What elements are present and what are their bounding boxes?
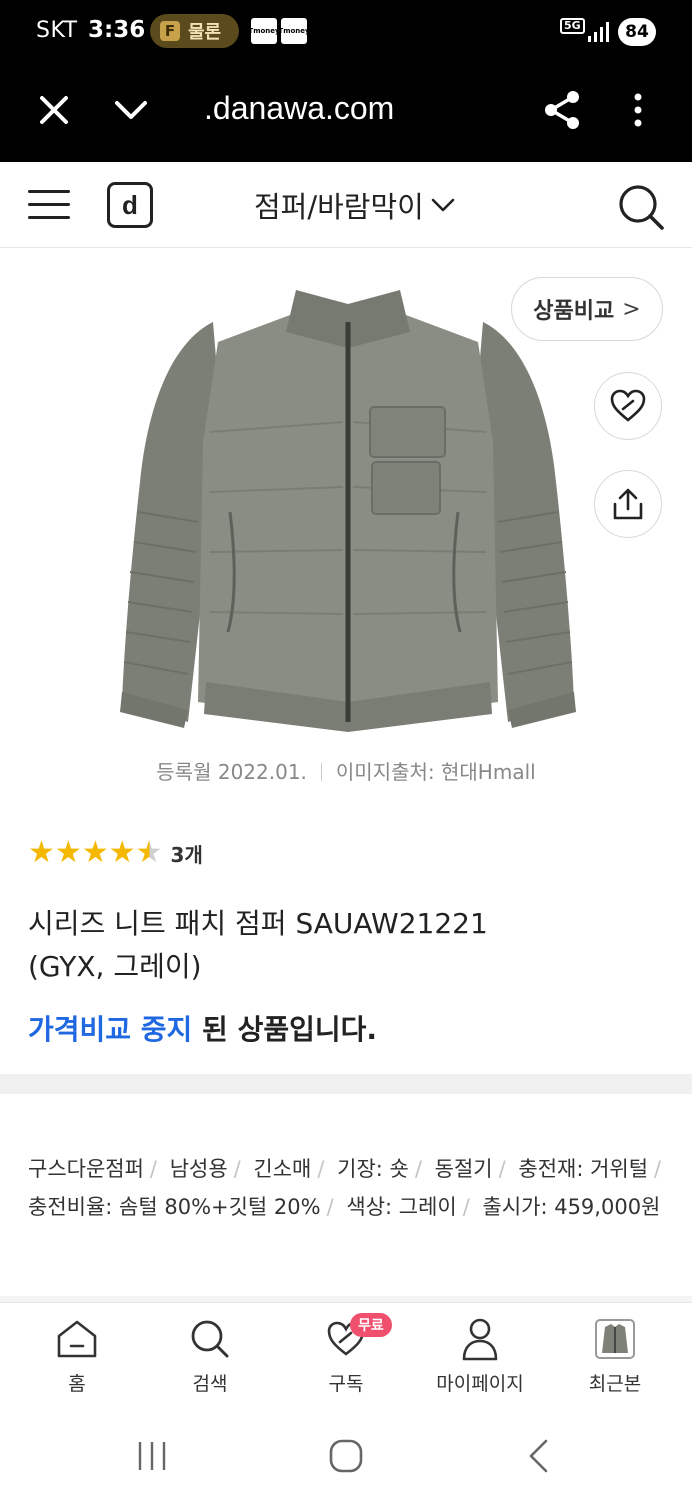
nav-subscribe-label: 구독	[328, 1373, 364, 1395]
product-meta: 등록월 2022.01. 이미지출처: 현대Hmall	[0, 756, 692, 785]
share-icon[interactable]	[540, 88, 584, 132]
spec-item: 남성용	[169, 1157, 228, 1181]
back-icon[interactable]	[526, 1438, 552, 1474]
home-button-icon[interactable]	[328, 1438, 364, 1474]
carrier-label: SKT	[36, 18, 78, 43]
clock: 3:36	[88, 17, 146, 43]
price-compare-notice: 가격비교 중지 된 상품입니다.	[28, 1008, 377, 1048]
star-icon: ★	[54, 835, 82, 870]
chevron-down-icon	[431, 198, 455, 212]
registration-date: 등록월 2022.01.	[156, 760, 307, 784]
spec-item: 충전재: 거위털	[518, 1157, 649, 1181]
product-title: 시리즈 니트 패치 점퍼 SAUAW21221 (GYX, 그레이)	[28, 902, 648, 988]
image-source: 이미지출처: 현대Hmall	[335, 760, 536, 784]
chevron-down-icon[interactable]	[110, 90, 152, 130]
recent-apps-icon[interactable]	[136, 1440, 168, 1472]
network-5g-icon: 5G	[560, 18, 585, 34]
product-title-line1: 시리즈 니트 패치 점퍼 SAUAW21221	[28, 907, 488, 940]
app-f-icon: F	[160, 21, 180, 41]
url-text[interactable]: ​.danawa.com	[204, 90, 394, 127]
user-icon	[462, 1318, 498, 1361]
nav-mypage[interactable]: 마이페이지	[420, 1315, 540, 1396]
review-count: 3개	[170, 842, 203, 867]
menu-icon[interactable]	[28, 190, 70, 220]
half-star-icon: ★	[135, 835, 163, 870]
category-label: 점퍼/바람막이	[254, 190, 424, 224]
chevron-right-icon: >	[622, 296, 641, 322]
nav-home-label: 홈	[68, 1373, 86, 1395]
share-button[interactable]	[594, 470, 662, 538]
home-icon	[57, 1320, 97, 1358]
browser-url-bar: ​.danawa.com	[0, 64, 692, 162]
notification-pill: F 물론	[150, 14, 239, 48]
system-navigation-bar	[0, 1410, 692, 1500]
star-icon: ★	[108, 835, 136, 870]
nav-mypage-label: 마이페이지	[436, 1373, 524, 1395]
spec-item: 구스다운점퍼	[28, 1157, 144, 1181]
free-badge: 무료	[350, 1313, 392, 1337]
nav-recent-label: 최근본	[588, 1373, 642, 1395]
site-header: d 점퍼/바람막이	[0, 162, 692, 248]
upload-share-icon	[613, 488, 643, 520]
nav-recent[interactable]: 최근본	[555, 1315, 675, 1396]
compare-products-button[interactable]: 상품비교 >	[511, 277, 663, 341]
nav-subscribe[interactable]: 무료 구독	[286, 1313, 406, 1396]
danawa-logo[interactable]: d	[107, 182, 153, 228]
notification-pill-text: 물론	[188, 22, 222, 43]
search-icon[interactable]	[616, 182, 666, 232]
category-selector[interactable]: 점퍼/바람막이	[254, 184, 456, 226]
signal-icon	[588, 22, 609, 42]
spec-list: 구스다운점퍼 / 남성용 / 긴소매 / 기장: 숏 / 동절기 / 충전재: 거위털 / …	[28, 1157, 662, 1219]
battery-indicator: 84	[618, 18, 656, 46]
notice-text: 된 상품입니다.	[192, 1013, 378, 1046]
section-divider	[0, 1074, 692, 1094]
close-icon[interactable]	[34, 90, 74, 130]
heart-link-icon	[610, 389, 646, 422]
spec-item: 충전비율: 솜털 80%+깃털 20%	[28, 1195, 321, 1219]
star-icon: ★	[28, 835, 55, 870]
status-bar: SKT 3:36 F 물론 Tmoney Tmoney 5G 84	[0, 0, 692, 64]
rating[interactable]: ★ ★ ★ ★ ★ 3개	[28, 838, 203, 868]
spec-item: 동절기	[434, 1157, 493, 1181]
wishlist-button[interactable]	[594, 372, 662, 440]
tmoney-icon: Tmoney	[278, 18, 310, 44]
star-icon: ★	[81, 835, 109, 870]
spec-item: 출시가: 459,000원	[482, 1195, 661, 1219]
notice-highlight: 가격비교 중지	[28, 1013, 193, 1046]
nav-search[interactable]: 검색	[150, 1315, 270, 1396]
bottom-nav: 홈 검색 무료 구독 마이페이지 최근본	[0, 1302, 692, 1410]
recent-product-thumbnail	[595, 1319, 635, 1359]
nav-home[interactable]: 홈	[17, 1315, 137, 1396]
product-title-line2: (GYX, 그레이)	[28, 950, 202, 983]
tmoney-icon: Tmoney	[248, 18, 280, 44]
search-icon	[191, 1320, 229, 1358]
product-image[interactable]	[118, 282, 578, 732]
compare-label: 상품비교	[533, 299, 615, 324]
more-vertical-icon[interactable]	[624, 88, 652, 132]
nav-search-label: 검색	[192, 1373, 228, 1395]
browser-chrome: SKT 3:36 F 물론 Tmoney Tmoney 5G 84 ​.dana…	[0, 0, 692, 162]
spec-item: 긴소매	[253, 1157, 312, 1181]
spec-item: 기장: 숏	[337, 1157, 409, 1181]
spec-item: 색상: 그레이	[346, 1195, 457, 1219]
